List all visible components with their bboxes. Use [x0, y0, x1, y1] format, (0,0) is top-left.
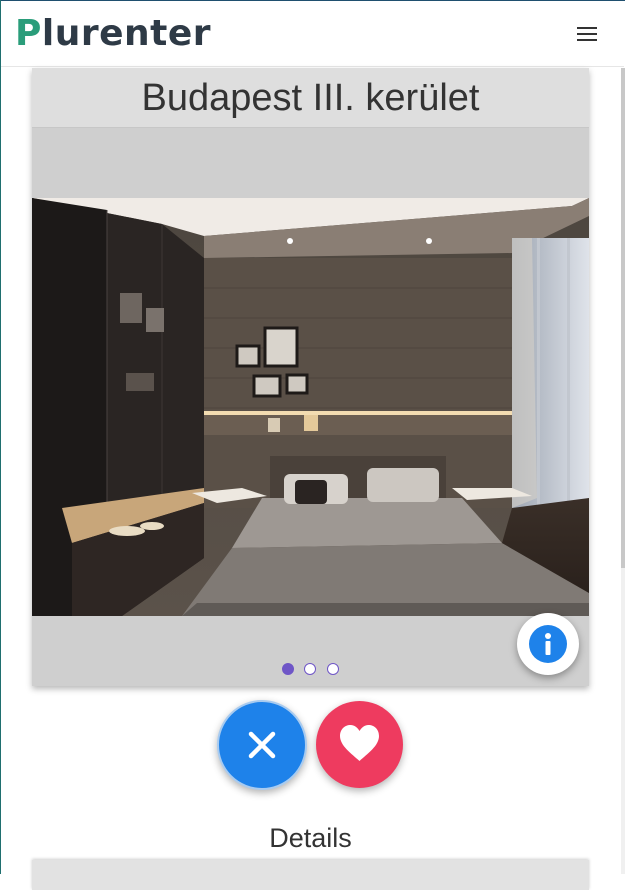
- listing-card: Budapest III. kerület: [32, 68, 589, 686]
- info-icon: [529, 625, 567, 663]
- hamburger-menu-icon[interactable]: [577, 25, 599, 43]
- carousel-dot[interactable]: [304, 663, 316, 675]
- details-card: [32, 860, 589, 890]
- reject-button[interactable]: [217, 700, 307, 790]
- window-left-border: [0, 0, 1, 874]
- like-button[interactable]: [316, 701, 403, 788]
- bedroom-photo-illustration: [32, 198, 589, 616]
- top-navbar: Plurenter: [1, 1, 624, 67]
- listing-photo[interactable]: [32, 198, 589, 616]
- logo-text: lurenter: [41, 13, 212, 54]
- details-heading: Details: [269, 823, 352, 853]
- app-logo[interactable]: Plurenter: [15, 14, 211, 54]
- close-icon: [248, 731, 276, 759]
- photo-carousel-dots: [282, 663, 342, 677]
- carousel-dot[interactable]: [282, 663, 294, 675]
- scrollbar-thumb[interactable]: [621, 68, 625, 568]
- listing-title: Budapest III. kerület: [32, 68, 589, 128]
- carousel-dot[interactable]: [327, 663, 339, 675]
- scrollbar[interactable]: [621, 68, 625, 874]
- heart-icon: [340, 725, 379, 761]
- info-button[interactable]: [517, 613, 579, 675]
- logo-initial: P: [15, 13, 42, 54]
